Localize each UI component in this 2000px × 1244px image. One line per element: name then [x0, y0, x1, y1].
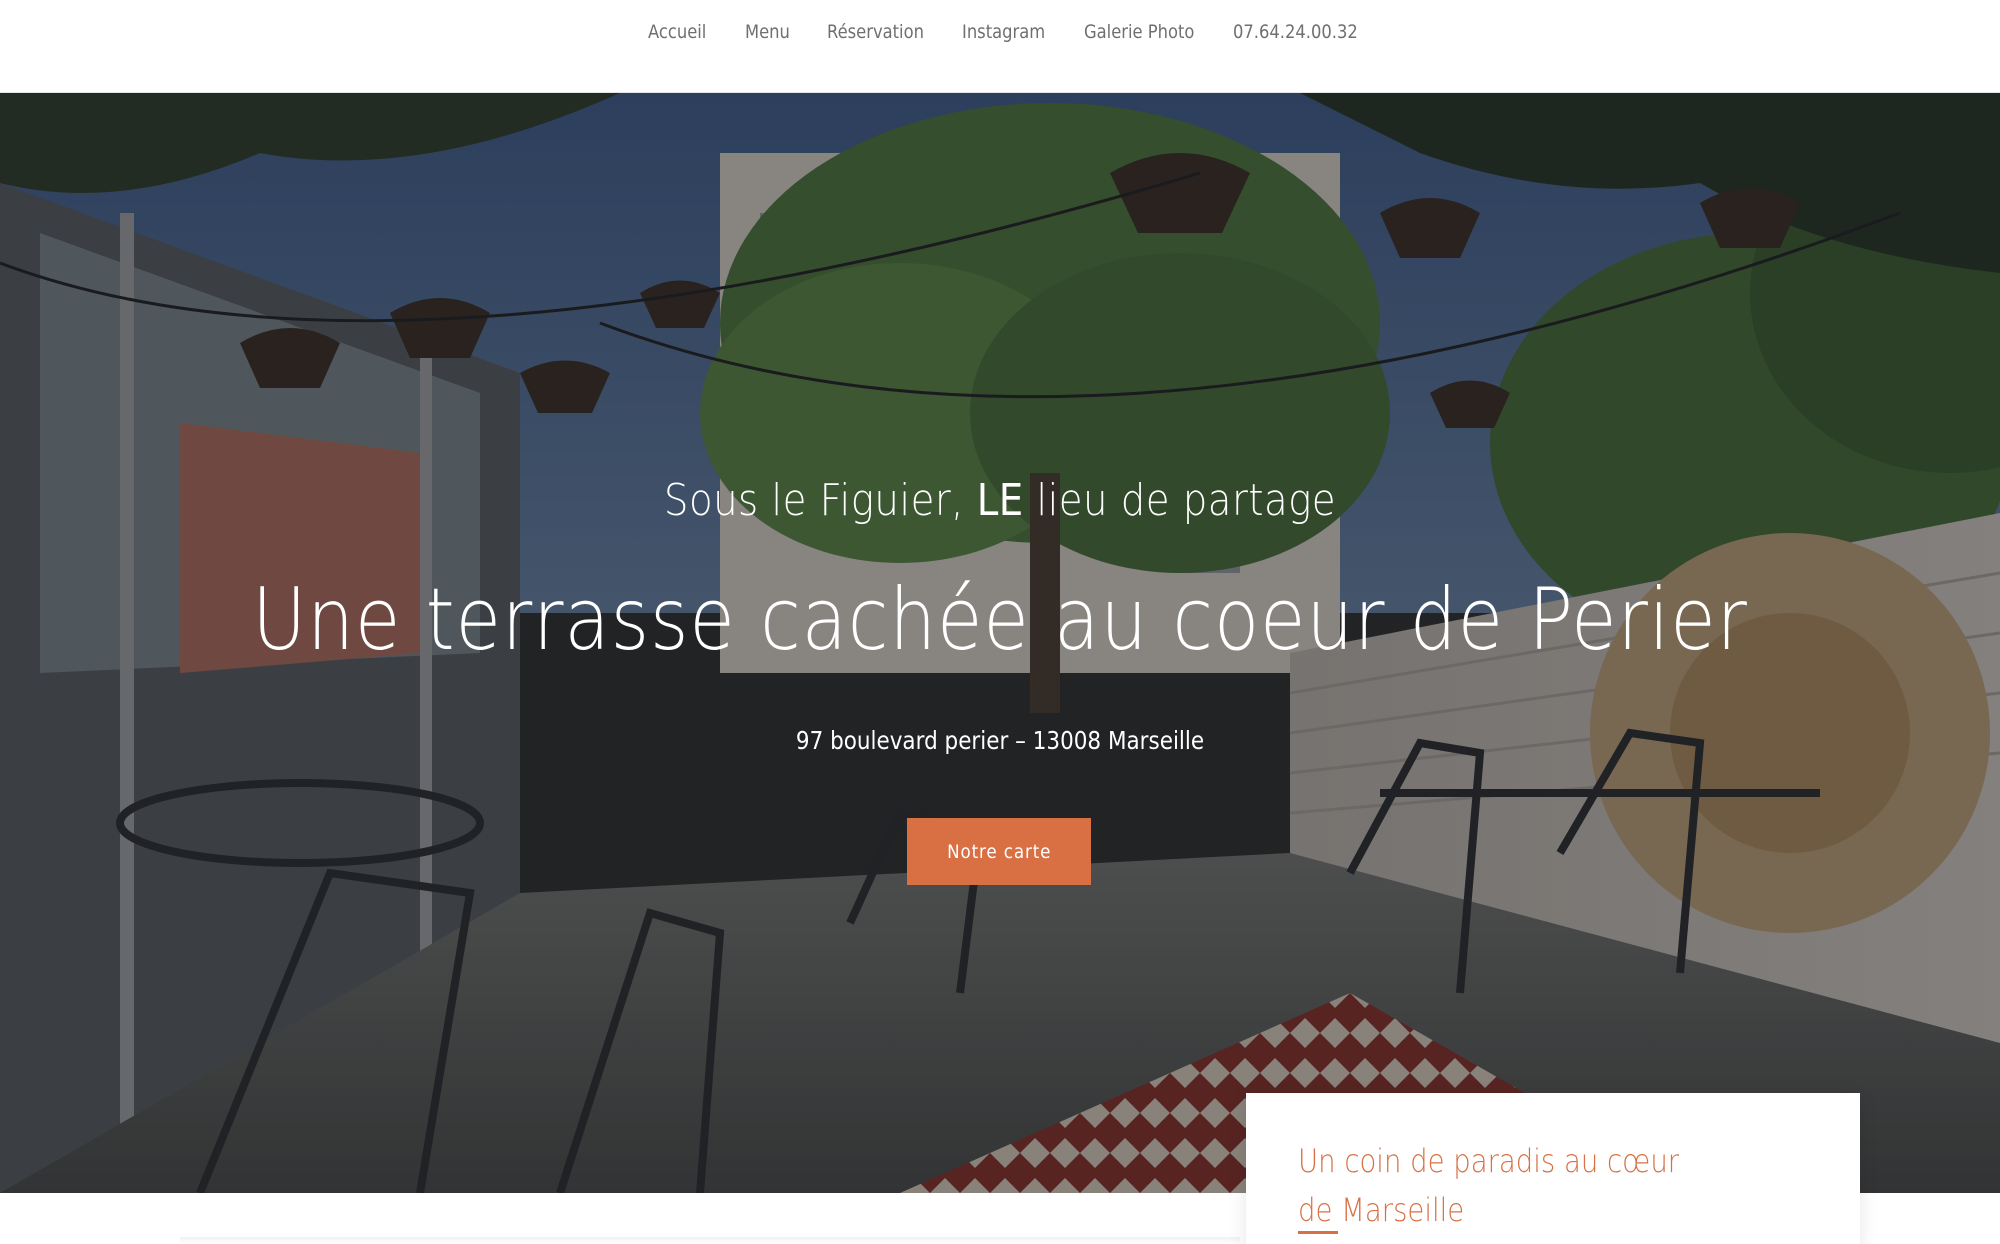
hero-eyebrow: Sous le Figuier, LE lieu de partage	[120, 475, 1880, 526]
hero-title: Une terrasse cachée au coeur de Perier	[252, 570, 1748, 670]
notre-carte-button[interactable]: Notre carte	[907, 818, 1091, 885]
hero-eyebrow-post: lieu de partage	[1023, 475, 1337, 526]
content-divider-shadow	[180, 1237, 1240, 1244]
notre-carte-button-label: Notre carte	[946, 840, 1052, 863]
hero-eyebrow-pre: Sous le Figuier,	[663, 475, 977, 526]
hero-eyebrow-strong: LE	[976, 475, 1024, 526]
nav-link-instagram[interactable]: Instagram	[962, 18, 1045, 46]
top-navigation: Accueil Menu Réservation Instagram Galer…	[0, 0, 2000, 93]
nav-link-accueil[interactable]: Accueil	[648, 18, 706, 46]
intro-card-underline	[1298, 1231, 1338, 1234]
nav-link-galerie-photo[interactable]: Galerie Photo	[1084, 18, 1194, 46]
hero-address: 97 boulevard perier – 13008 Marseille	[795, 726, 1205, 755]
intro-card: Un coin de paradis au cœur de Marseille	[1246, 1093, 1860, 1244]
nav-link-menu[interactable]: Menu	[745, 18, 790, 46]
nav-link-reservation[interactable]: Réservation	[827, 18, 924, 46]
intro-card-title: Un coin de paradis au cœur de Marseille	[1298, 1142, 1680, 1229]
hero-section: Sous le Figuier, LE lieu de partage Une …	[0, 93, 2000, 1193]
nav-link-phone[interactable]: 07.64.24.00.32	[1233, 18, 1358, 46]
